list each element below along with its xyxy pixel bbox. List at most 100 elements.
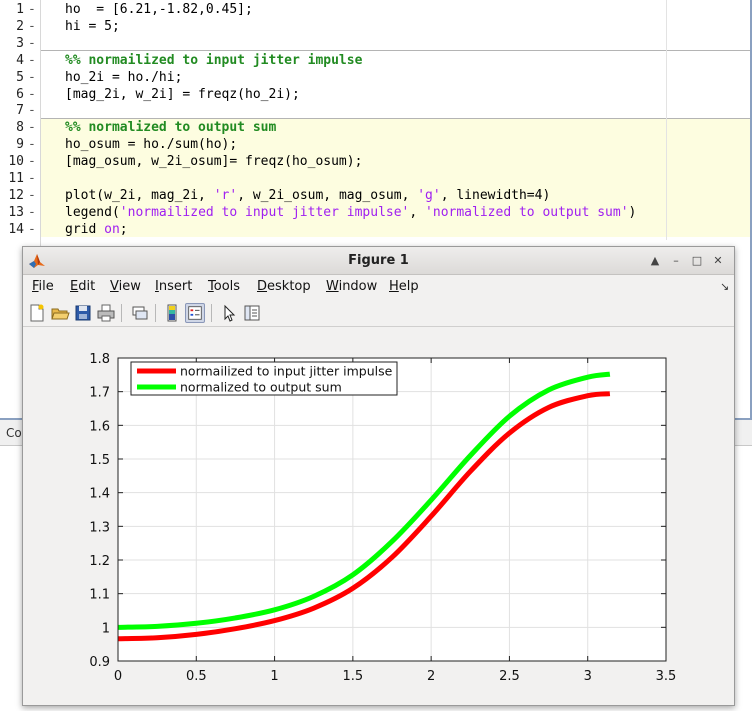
code-line[interactable]: 4- %% normailized to input jitter impulse <box>0 52 752 69</box>
code-text[interactable]: plot(w_2i, mag_2i, 'r', w_2i_osum, mag_o… <box>65 187 550 204</box>
figure-toolbar <box>23 299 734 327</box>
y-tick-label: 0.9 <box>89 655 110 670</box>
insert-legend-icon[interactable] <box>185 303 205 323</box>
breakpoint-marker[interactable]: - <box>28 204 36 221</box>
menu-overflow-arrow-icon[interactable]: ↘ <box>720 280 729 293</box>
menu-view[interactable]: View <box>110 279 141 294</box>
figure-window[interactable]: Figure 1 ▲ – □ ✕ File Edit View Insert T… <box>22 246 735 706</box>
code-comment: %% normailized to input jitter impulse <box>65 52 363 68</box>
breakpoint-marker[interactable]: - <box>28 1 36 18</box>
code-token: ho = [6.21,-1.82,0.45]; <box>65 2 253 17</box>
code-token: plot(w_2i, mag_2i, <box>65 187 214 203</box>
menu-mnemonic: W <box>326 279 339 294</box>
legend-entry: normailized to input jitter impulse <box>180 364 393 379</box>
code-token: [mag_2i, w_2i] = freqz(ho_2i); <box>65 86 300 102</box>
link-plot-icon[interactable] <box>130 303 150 323</box>
code-token: legend( <box>65 204 120 220</box>
code-token: [mag_osum, w_2i_osum]= freqz(ho_osum); <box>65 154 363 170</box>
code-text[interactable]: [mag_osum, w_2i_osum]= freqz(ho_osum); <box>65 153 362 170</box>
y-tick-label: 1.2 <box>89 554 110 569</box>
breakpoint-marker[interactable]: - <box>28 102 36 119</box>
y-tick-label: 1.6 <box>89 419 110 434</box>
code-line[interactable]: 10- [mag_osum, w_2i_osum]= freqz(ho_osum)… <box>0 153 752 170</box>
menu-file[interactable]: File <box>32 279 54 294</box>
y-tick-label: 1.8 <box>89 352 110 367</box>
breakpoint-marker[interactable]: - <box>28 221 36 238</box>
plot-area[interactable] <box>118 358 666 661</box>
code-keyword: on <box>104 221 120 237</box>
print-icon[interactable] <box>96 303 116 323</box>
breakpoint-marker[interactable]: - <box>28 18 36 35</box>
breakpoint-marker[interactable]: - <box>28 170 36 187</box>
maximize-button[interactable]: □ <box>689 254 705 268</box>
code-text[interactable]: %% normalized to output sum <box>65 119 276 136</box>
code-line[interactable]: 5- ho_2i = ho./hi; <box>0 69 752 86</box>
menu-help[interactable]: Help <box>389 279 419 294</box>
breakpoint-marker[interactable]: - <box>28 153 36 170</box>
code-line[interactable]: 7- <box>0 102 752 119</box>
menu-mnemonic: H <box>389 279 399 294</box>
code-text[interactable]: legend('normailized to input jitter impu… <box>65 204 636 221</box>
x-tick-label: 1.5 <box>343 669 364 684</box>
window-shade-button[interactable]: ▲ <box>647 254 663 268</box>
insert-colorbar-icon[interactable] <box>162 303 182 323</box>
code-text[interactable]: [mag_2i, w_2i] = freqz(ho_2i); <box>65 86 300 103</box>
minimize-button[interactable]: – <box>668 254 684 268</box>
menu-mnemonic: D <box>257 279 268 294</box>
menu-edit[interactable]: Edit <box>70 279 95 294</box>
code-text[interactable]: ho = [6.21,-1.82,0.45]; <box>65 1 253 18</box>
breakpoint-marker[interactable]: - <box>28 187 36 204</box>
x-tick-label: 1 <box>270 669 278 684</box>
line-number: 9 <box>16 137 24 153</box>
save-icon[interactable] <box>73 303 93 323</box>
figure-canvas[interactable]: 0 0.5 1 1.5 2 2.5 3 3.5 0.9 1 1.1 1.2 1.3 1.4 1.5 1.6 1.… <box>23 328 734 705</box>
close-button[interactable]: ✕ <box>710 254 726 268</box>
breakpoint-marker[interactable]: - <box>28 35 36 52</box>
figure-titlebar[interactable]: Figure 1 ▲ – □ ✕ <box>23 247 734 275</box>
property-inspector-icon[interactable] <box>242 303 262 323</box>
legend-entry: normalized to output sum <box>180 380 342 395</box>
line-number: 6 <box>16 86 24 102</box>
menu-tools[interactable]: Tools <box>208 279 240 294</box>
menu-mnemonic: E <box>70 279 79 294</box>
y-tick-label: 1.4 <box>89 487 110 502</box>
code-line[interactable]: 1- ho = [6.21,-1.82,0.45]; <box>0 1 752 18</box>
new-figure-icon[interactable] <box>27 303 47 323</box>
code-text[interactable]: ho_2i = ho./hi; <box>65 69 182 86</box>
line-number: 12 <box>8 187 24 203</box>
code-line[interactable]: 2- hi = 5; <box>0 18 752 35</box>
breakpoint-marker[interactable]: - <box>28 69 36 86</box>
open-file-icon[interactable] <box>50 303 70 323</box>
line-number: 4 <box>16 52 24 68</box>
code-text[interactable]: %% normailized to input jitter impulse <box>65 52 362 69</box>
menu-window[interactable]: Window <box>326 279 377 294</box>
code-text[interactable]: grid on; <box>65 221 128 238</box>
code-line[interactable]: 6- [mag_2i, w_2i] = freqz(ho_2i); <box>0 86 752 103</box>
code-line[interactable]: 12- plot(w_2i, mag_2i, 'r', w_2i_osum, ma… <box>0 187 752 204</box>
code-line[interactable]: 13- legend('normailized to input jitter i… <box>0 204 752 221</box>
breakpoint-marker[interactable]: - <box>28 136 36 153</box>
code-line[interactable]: 9- ho_osum = ho./sum(ho); <box>0 136 752 153</box>
code-token: , <box>409 204 426 220</box>
code-text[interactable]: hi = 5; <box>65 18 120 35</box>
line-number: 5 <box>16 69 24 85</box>
menu-desktop[interactable]: Desktop <box>257 279 311 294</box>
y-tick-label: 1.1 <box>89 588 110 603</box>
breakpoint-marker[interactable]: - <box>28 52 36 69</box>
breakpoint-marker[interactable]: - <box>28 86 36 103</box>
code-token: ) <box>628 204 637 220</box>
code-line[interactable]: 8- %% normalized to output sum <box>0 119 752 136</box>
code-string: 'r' <box>213 187 238 203</box>
code-text[interactable]: ho_osum = ho./sum(ho); <box>65 136 237 153</box>
code-line[interactable]: 3- <box>0 35 752 52</box>
x-tick-label: 3 <box>584 669 592 684</box>
x-tick-label: 2.5 <box>499 669 520 684</box>
code-line[interactable]: 11- <box>0 170 752 187</box>
edit-plot-icon[interactable] <box>219 303 239 323</box>
line-chart[interactable]: 0 0.5 1 1.5 2 2.5 3 3.5 0.9 1 1.1 1.2 1.3 1.4 1.5 1.6 1.… <box>23 328 734 705</box>
code-line[interactable]: 14- grid on; <box>0 221 752 238</box>
code-token: ho_osum = ho./sum(ho); <box>65 137 238 153</box>
breakpoint-marker[interactable]: - <box>28 119 36 136</box>
menu-insert[interactable]: Insert <box>155 279 192 294</box>
menu-label: esktop <box>267 279 311 294</box>
